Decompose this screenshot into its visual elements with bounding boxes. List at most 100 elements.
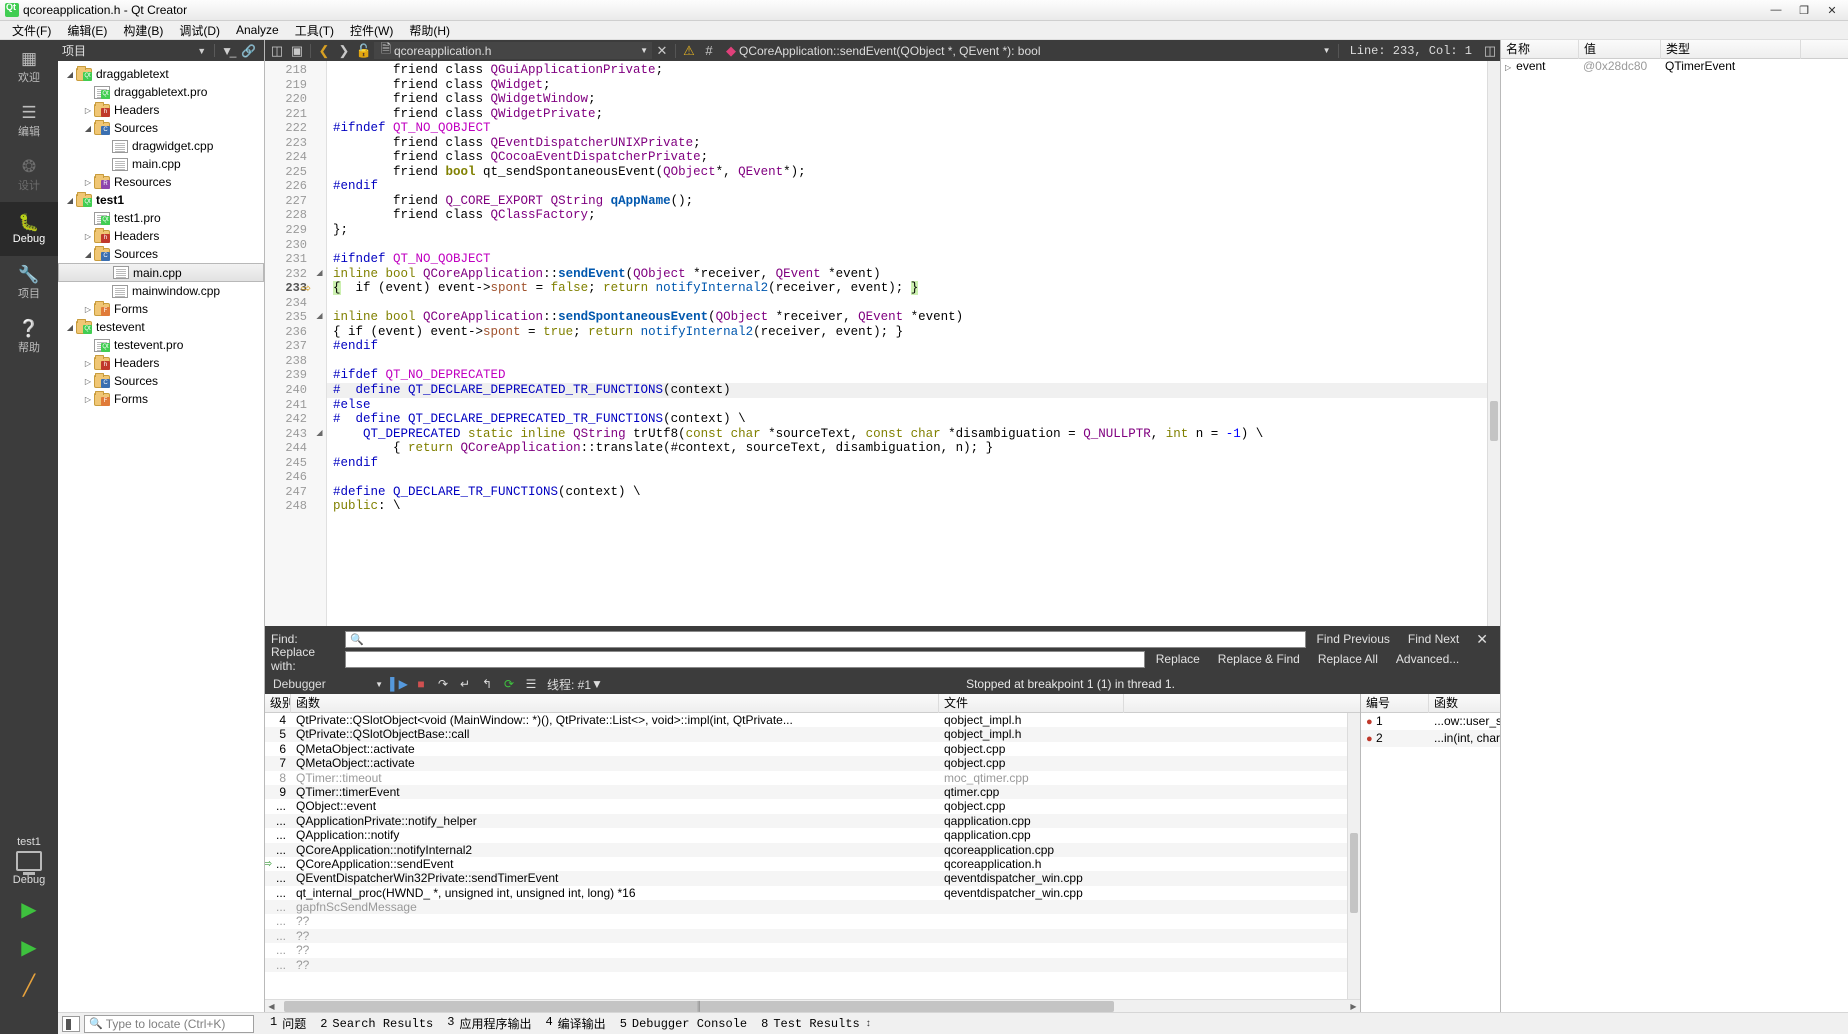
project-tree-item[interactable]: R Resources — [58, 173, 264, 191]
locals-column-header[interactable]: 值 — [1579, 39, 1661, 59]
chevron-down-icon[interactable]: ▼ — [375, 680, 383, 689]
fold-marker-icon[interactable]: ◢ — [313, 267, 326, 282]
filter-icon[interactable]: ▼̲ — [217, 44, 237, 58]
find-previous-button[interactable]: Find Previous — [1310, 632, 1397, 646]
code-line[interactable]: #define Q_DECLARE_TR_FUNCTIONS(context) … — [327, 485, 1487, 500]
mode-design[interactable]: ❂ 设计 — [0, 148, 58, 202]
code-line[interactable]: friend class QClassFactory; — [327, 208, 1487, 223]
continue-icon[interactable]: ▌▶ — [389, 675, 409, 693]
stack-frame-row[interactable]: 8 QTimer::timeout moc_qtimer.cpp — [265, 771, 1347, 785]
stack-frame-row[interactable]: 6 QMetaObject::activate qobject.cpp — [265, 742, 1347, 756]
output-pane-button[interactable]: 5 Debugger Console — [620, 1017, 747, 1031]
code-editor[interactable]: 218 219 220 221 222 223 224 225 226 227 228 229 230 2… — [265, 61, 1500, 626]
code-line[interactable]: }; — [327, 223, 1487, 238]
chevron-down-icon[interactable] — [64, 323, 76, 332]
stack-frame-row[interactable]: ... QApplication::notify qapplication.cpp — [265, 828, 1347, 842]
kit-selector[interactable]: test1 Debug — [0, 830, 58, 888]
menu-build[interactable]: 构建(B) — [115, 21, 171, 40]
project-tree-item[interactable]: Qt testevent — [58, 318, 264, 336]
advanced-button[interactable]: Advanced... — [1389, 652, 1466, 666]
mode-debug[interactable]: 🐛 Debug — [0, 202, 58, 256]
unlock-icon[interactable]: 🔓 — [354, 41, 374, 60]
chevron-down-icon[interactable]: ▼ — [191, 46, 212, 56]
stack-frame-row[interactable]: ... QCoreApplication::notifyInternal2 qcor… — [265, 842, 1347, 857]
code-line[interactable]: friend Q_CORE_EXPORT QString qAppName(); — [327, 194, 1487, 209]
stack-frame-row[interactable]: ⇨... QCoreApplication::sendEvent qcoreappl… — [265, 857, 1347, 871]
step-out-icon[interactable]: ↰ — [477, 675, 497, 693]
line-col-indicator[interactable]: Line: 233, Col: 1 — [1342, 44, 1480, 58]
link-icon[interactable]: 🔗 — [237, 44, 260, 58]
chevron-down-icon[interactable] — [82, 250, 94, 259]
fold-marker-icon[interactable]: ◢ — [313, 310, 326, 325]
code-line[interactable]: #ifdef QT_NO_DEPRECATED — [327, 368, 1487, 383]
stack-frame-row[interactable]: ... QObject::event qobject.cpp — [265, 799, 1347, 813]
project-tree-item[interactable]: mainwindow.cpp — [58, 282, 264, 300]
project-tree-item[interactable]: F Forms — [58, 390, 264, 408]
minimize-icon[interactable]: — — [1762, 1, 1790, 20]
replace-all-button[interactable]: Replace All — [1311, 652, 1385, 666]
chevron-down-icon[interactable] — [64, 70, 76, 79]
stack-frame-row[interactable]: ... QEventDispatcherWin32Private::sendTim… — [265, 871, 1347, 886]
project-tree-item[interactable]: Qt test1.pro — [58, 209, 264, 227]
stack-frame-row[interactable]: ... QApplicationPrivate::notify_helper qap… — [265, 813, 1347, 829]
code-line[interactable]: inline bool QCoreApplication::sendSponta… — [327, 310, 1487, 325]
code-line[interactable]: friend bool qt_sendSpontaneousEvent(QObj… — [327, 165, 1487, 180]
breakpoint-row[interactable]: ● 1...ow::user_slot()...inwindow.cpp310x… — [1361, 713, 1500, 730]
project-tree-item[interactable]: Qt draggabletext.pro — [58, 83, 264, 101]
find-next-button[interactable]: Find Next — [1401, 632, 1466, 646]
chevron-down-icon[interactable]: ▼ — [591, 677, 603, 691]
scrollbar-thumb[interactable] — [1350, 833, 1358, 913]
stack-frame-row[interactable]: ...?? — [265, 928, 1347, 944]
code-area[interactable]: friend class QGuiApplicationPrivate; fri… — [327, 61, 1487, 626]
menu-window[interactable]: 控件(W) — [342, 21, 401, 40]
stack-frame-row[interactable]: 5 QtPrivate::QSlotObjectBase::call qobject… — [265, 727, 1347, 742]
code-line[interactable]: friend class QCocoaEventDispatcherPrivat… — [327, 150, 1487, 165]
project-tree-item[interactable]: Qt testevent.pro — [58, 336, 264, 354]
local-variable-row[interactable]: ▷ event @0x28dc80 QTimerEvent — [1501, 59, 1848, 74]
debugger-combo[interactable]: Debugger ▼ — [269, 676, 387, 692]
debug-button[interactable]: ▶ — [14, 932, 44, 962]
stack-column-header[interactable]: 函数 — [291, 693, 939, 713]
stack-frame-row[interactable]: ... qt_internal_proc(HWND_ *, unsigned in… — [265, 886, 1347, 900]
code-line[interactable]: friend class QWidget; — [327, 78, 1487, 93]
breakpoint-dot-icon[interactable]: ● — [1366, 716, 1373, 728]
code-line[interactable]: { return QCoreApplication::translate(#co… — [327, 441, 1487, 456]
symbol-combo[interactable]: ◆ QCoreApplication::sendEvent(QObject *,… — [719, 42, 1335, 59]
stack-frame-row[interactable]: 4 QtPrivate::QSlotObject<void (MainWindow… — [265, 713, 1347, 727]
scrollbar-thumb[interactable] — [1490, 401, 1498, 441]
chevron-right-icon[interactable] — [82, 106, 94, 115]
chevron-right-icon[interactable] — [82, 395, 94, 404]
stack-column-header[interactable]: 级别 — [265, 693, 291, 713]
chevron-right-icon[interactable] — [82, 178, 94, 187]
back-arrow-icon[interactable]: ❮ — [314, 41, 334, 60]
output-pane-button[interactable]: 1 问题 — [270, 1015, 306, 1032]
find-input[interactable]: 🔍 — [345, 630, 1306, 648]
split-editor-icon[interactable]: ◫ — [1480, 41, 1500, 60]
menu-edit[interactable]: 编辑(E) — [59, 21, 115, 40]
code-line[interactable]: #ifndef QT_NO_QOBJECT — [327, 121, 1487, 136]
chevron-right-icon[interactable] — [82, 359, 94, 368]
locals-rows[interactable]: ▷ event @0x28dc80 QTimerEvent — [1501, 59, 1848, 1012]
replace-and-find-button[interactable]: Replace & Find — [1211, 652, 1307, 666]
code-line[interactable]: inline bool QCoreApplication::sendEvent(… — [327, 267, 1487, 282]
warning-icon[interactable]: ⚠ — [679, 41, 699, 60]
close-icon[interactable]: ✕ — [1818, 1, 1846, 20]
stack-frame-row[interactable]: ...?? — [265, 957, 1347, 973]
close-icon[interactable]: ✕ — [1470, 631, 1494, 648]
split-side-icon[interactable]: ▣ — [287, 41, 307, 60]
code-line[interactable]: #ifndef QT_NO_QOBJECT — [327, 252, 1487, 267]
project-tree-item[interactable]: dragwidget.cpp — [58, 137, 264, 155]
mode-projects[interactable]: 🔧 项目 — [0, 256, 58, 310]
stack-frame-row[interactable]: 9 QTimer::timerEvent qtimer.cpp — [265, 784, 1347, 800]
code-line[interactable]: friend class QWidgetPrivate; — [327, 107, 1487, 122]
scroll-right-icon[interactable]: ▶ — [1347, 1002, 1360, 1011]
stack-vertical-scrollbar[interactable] — [1347, 713, 1360, 999]
code-line[interactable]: #endif — [327, 179, 1487, 194]
stack-frame-row[interactable]: ... gapfnScSendMessage — [265, 900, 1347, 915]
scroll-left-icon[interactable]: ◀ — [265, 1002, 278, 1011]
replace-button[interactable]: Replace — [1149, 652, 1207, 666]
locals-column-header[interactable]: 类型 — [1661, 39, 1801, 59]
code-line[interactable]: { if (event) event->spont = true; return… — [327, 325, 1487, 340]
breakpoints-column-header[interactable]: 编号 — [1361, 693, 1429, 713]
code-line[interactable]: #else — [327, 398, 1487, 413]
